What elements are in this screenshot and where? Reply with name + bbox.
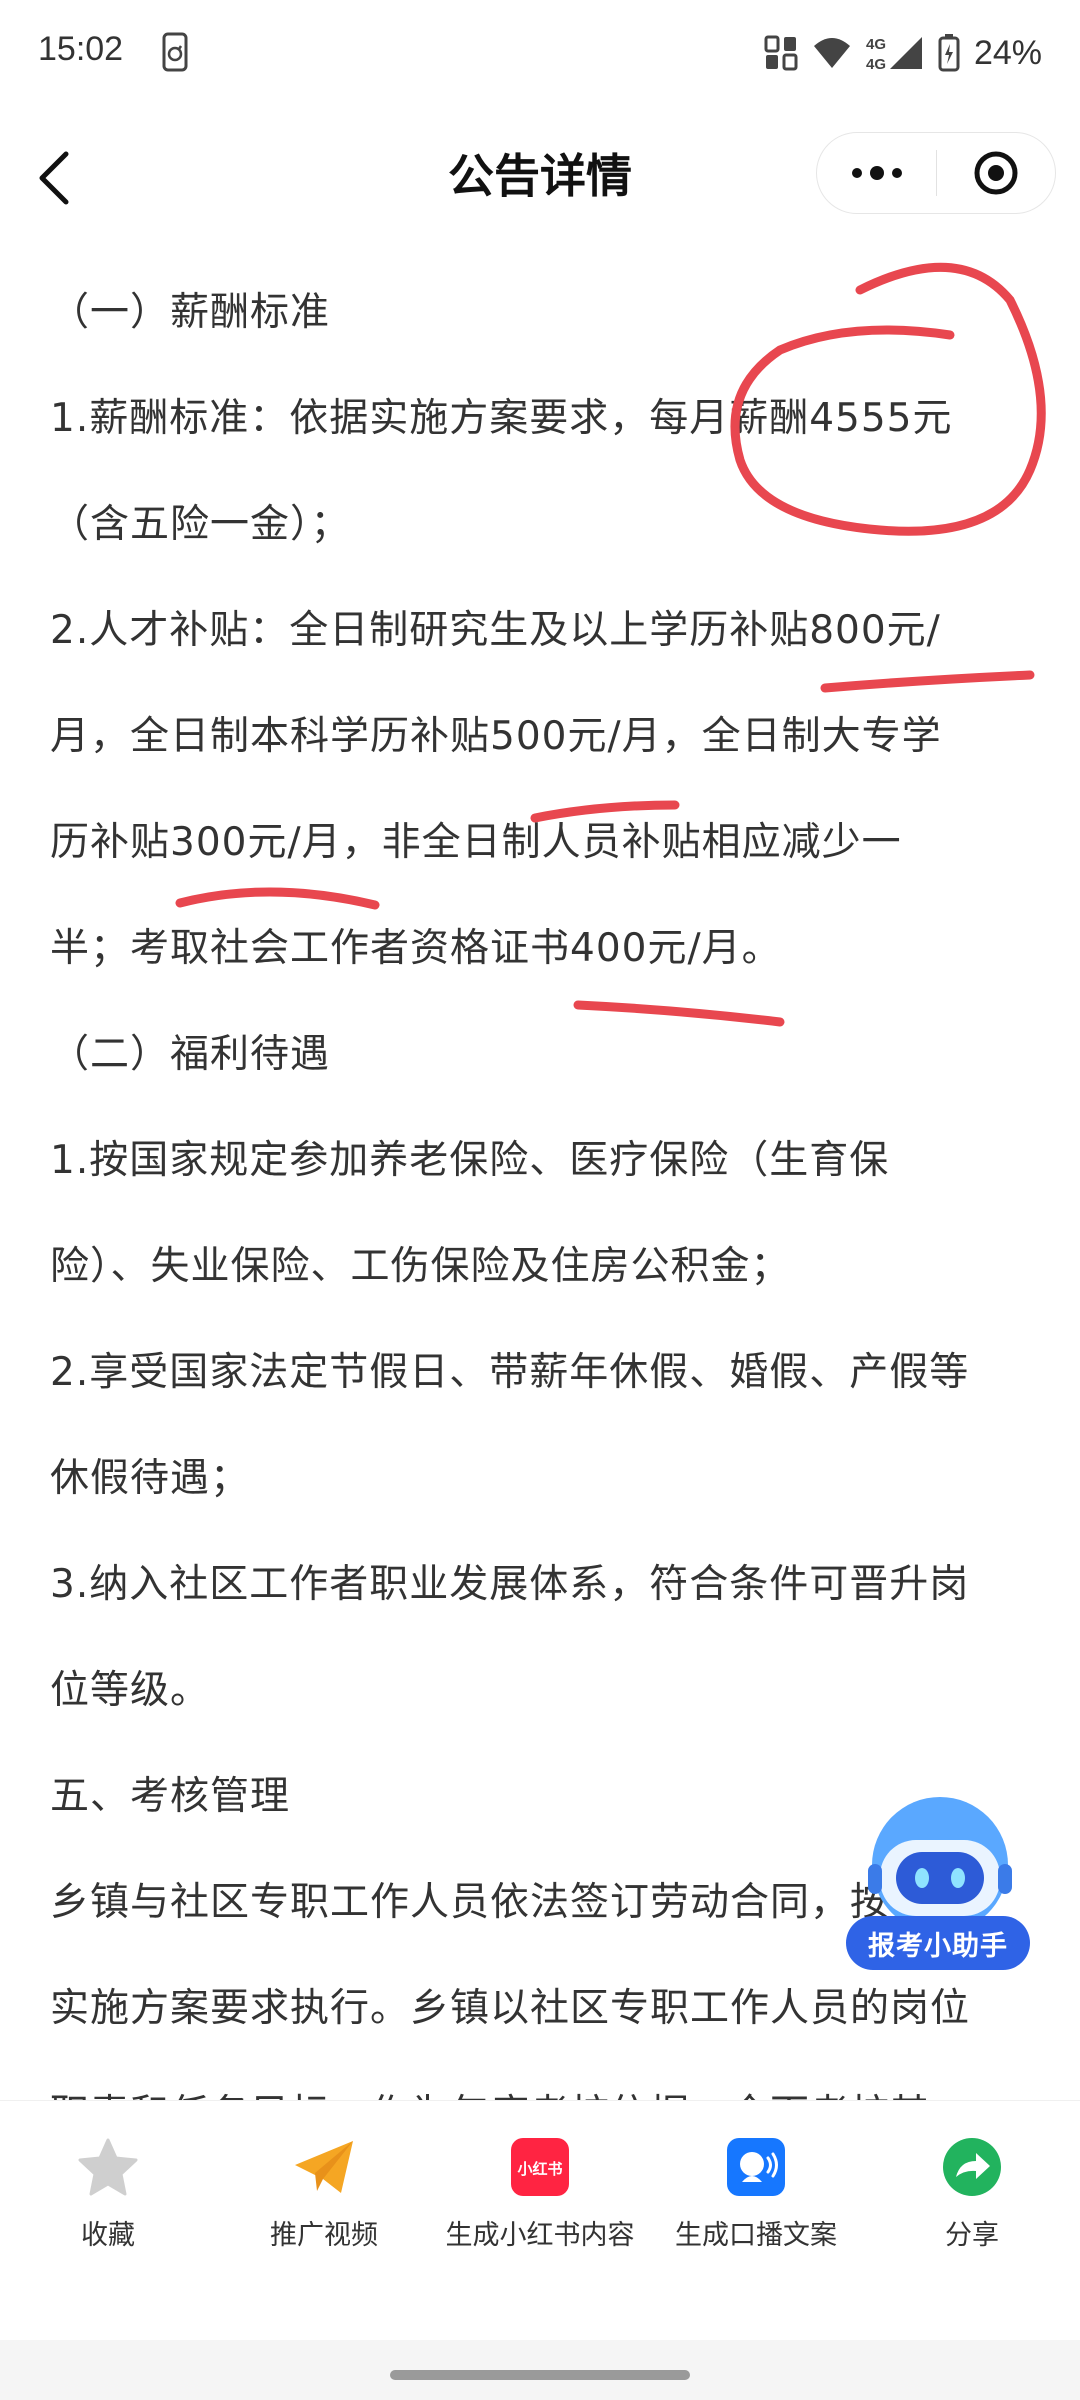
voice-icon (724, 2135, 788, 2199)
status-indicators: 4G 4G 24% (764, 28, 1042, 78)
share-button[interactable]: 分享 (864, 2129, 1080, 2269)
xiaohongshu-content-label: 生成小红书内容 (445, 2220, 635, 2251)
bottom-toolbar: 收藏 推广视频 小红书 生成小红书内容 生成口播文案 分享 (0, 2100, 1080, 2340)
close-miniprogram-button[interactable] (937, 132, 1055, 214)
article-paragraph: 历补贴300元/月，非全日制人员补贴相应减少一 (50, 820, 902, 865)
article-paragraph: 职责和任务目标，作为年度考核依据，全面考核其 (50, 2062, 1030, 2100)
status-bar: 15:02 4G 4G 24% (0, 0, 1080, 110)
article-paragraph: （一）薪酬标准 (50, 290, 331, 335)
voice-script-button[interactable]: 生成口播文案 (648, 2129, 864, 2269)
more-dots-icon (851, 166, 902, 180)
promo-video-button[interactable]: 推广视频 (216, 2129, 432, 2269)
share-label: 分享 (945, 2220, 999, 2251)
assistant-label: 报考小助手 (846, 1916, 1030, 1970)
article-paragraph: 1.按国家规定参加养老保险、医疗保险（生育保 (50, 1138, 890, 1183)
svg-text:4G: 4G (866, 56, 886, 73)
favorite-label: 收藏 (81, 2220, 135, 2251)
article-paragraph: 2.享受国家法定节假日、带薪年休假、婚假、产假等 (50, 1350, 970, 1395)
article-paragraph: （二）福利待遇 (50, 1032, 331, 1077)
robot-avatar-icon (868, 1797, 1012, 1930)
wifi-icon (813, 38, 850, 68)
home-gesture-bar[interactable] (390, 2370, 690, 2380)
battery-percent: 24% (973, 33, 1042, 72)
promo-video-label: 推广视频 (270, 2220, 378, 2251)
article-paragraph: 月，全日制本科学历补贴500元/月，全日制大专学 (50, 714, 942, 759)
article-paragraph: 3.纳入社区工作者职业发展体系，符合条件可晋升岗 (50, 1562, 970, 1607)
paper-plane-icon (292, 2135, 356, 2199)
article-paragraph: 半；考取社会工作者资格证书400元/月。 (50, 926, 782, 971)
xiaohongshu-icon: 小红书 (508, 2135, 572, 2199)
phone-sync-icon (162, 32, 188, 72)
article-paragraph: 2.人才补贴：全日制研究生及以上学历补贴800元/ (50, 608, 941, 653)
favorite-button[interactable]: 收藏 (0, 2129, 216, 2269)
nfc-icon (764, 35, 798, 71)
voice-script-label: 生成口播文案 (675, 2220, 837, 2251)
xiaohongshu-content-button[interactable]: 小红书 生成小红书内容 (432, 2129, 648, 2269)
nav-bar: 公告详情 (0, 110, 1080, 240)
assistant-floating-button[interactable]: 报考小助手 (840, 1790, 1040, 1980)
article-paragraph: 位等级。 (50, 1668, 211, 1713)
battery-icon (938, 34, 960, 72)
miniprogram-capsule (816, 132, 1056, 214)
article-paragraph: 休假待遇； (50, 1456, 251, 1501)
star-icon (76, 2135, 140, 2199)
article-paragraph: 险）、失业保险、工伤保险及住房公积金； (50, 1244, 791, 1289)
share-icon (940, 2135, 1004, 2199)
target-close-icon (974, 151, 1018, 195)
status-time: 15:02 (38, 30, 124, 68)
more-button[interactable] (817, 132, 936, 214)
svg-text:小红书: 小红书 (517, 2160, 562, 2178)
svg-text:4G: 4G (866, 36, 886, 53)
article-paragraph: （含五险一金）； (50, 502, 351, 547)
cellular-signal-icon: 4G 4G (866, 36, 922, 73)
article-paragraph: 1.薪酬标准：依据实施方案要求，每月薪酬4555元 (50, 396, 953, 441)
